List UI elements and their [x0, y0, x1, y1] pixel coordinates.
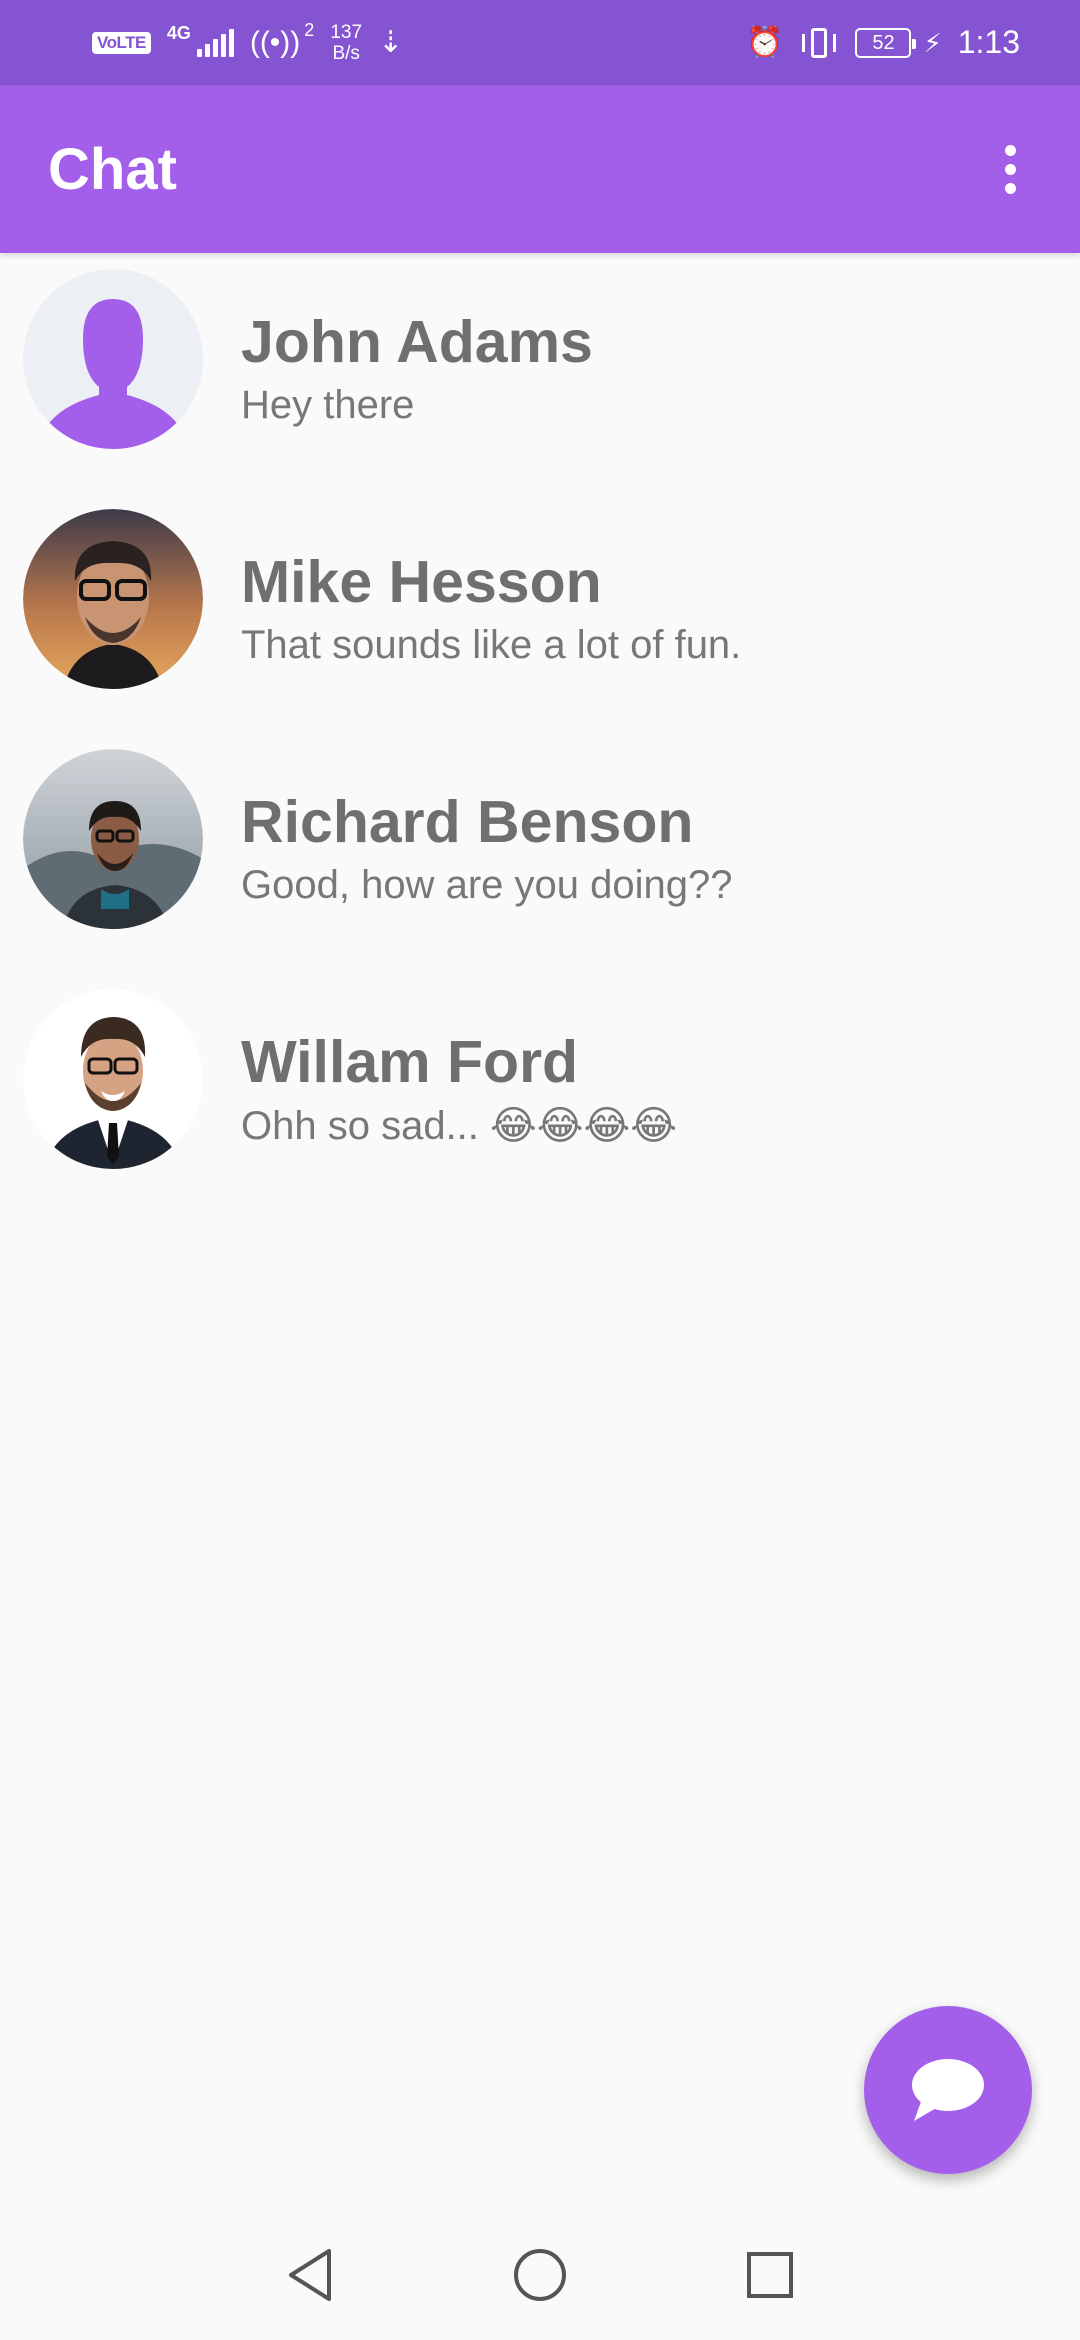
profile-photo	[23, 509, 203, 689]
screen: VoLTE 4G ((•)) 2 137 B/s ⇣ ⏰ 52 ⚡ 1:13 C…	[0, 0, 1080, 2340]
profile-photo	[23, 749, 203, 929]
last-message: Good, how are you doing??	[241, 863, 733, 907]
status-bar: VoLTE 4G ((•)) 2 137 B/s ⇣ ⏰ 52 ⚡ 1:13	[0, 0, 1080, 85]
chat-item-john-adams[interactable]: John Adams Hey there	[0, 253, 1080, 493]
nav-home-button[interactable]	[490, 2225, 590, 2325]
recent-square-icon	[747, 2252, 793, 2298]
network-speed: 137 B/s	[330, 22, 362, 64]
alarm-icon: ⏰	[746, 25, 784, 59]
battery-icon: 52	[855, 27, 917, 58]
last-message: Ohh so sad... 😂😂😂😂	[241, 1104, 677, 1148]
network-speed-value: 137	[330, 21, 363, 43]
back-triangle-icon	[289, 2249, 331, 2301]
page-title: Chat	[48, 136, 177, 202]
navigation-bar	[0, 2210, 1080, 2340]
usb-icon: ⇣	[378, 25, 404, 59]
contact-name: Richard Benson	[241, 789, 694, 855]
network-speed-unit: B/s	[332, 42, 360, 64]
chat-item-mike-hesson[interactable]: Mike Hesson That sounds like a lot of fu…	[0, 493, 1080, 733]
chat-list: John Adams Hey there Mike Hesson That so…	[0, 253, 1080, 1213]
contact-name: Mike Hesson	[241, 549, 602, 615]
charging-icon: ⚡	[923, 27, 942, 58]
profile-photo	[23, 989, 203, 1169]
network-type: 4G	[166, 22, 191, 43]
avatar-photo[interactable]	[23, 989, 203, 1169]
more-vert-icon	[1004, 144, 1016, 156]
volte-badge: VoLTE	[92, 31, 151, 54]
new-chat-button[interactable]	[864, 2006, 1032, 2174]
last-message: Hey there	[241, 383, 415, 427]
chat-item-willam-ford[interactable]: Willam Ford Ohh so sad... 😂😂😂😂	[0, 973, 1080, 1213]
hotspot-icon: ((•))	[249, 25, 301, 59]
hotspot-count: 2	[304, 20, 315, 40]
more-options-button[interactable]	[980, 129, 1040, 209]
status-right: ⏰ 52 ⚡ 1:13	[746, 24, 1020, 61]
nav-recent-button[interactable]	[720, 2225, 820, 2325]
last-message: That sounds like a lot of fun.	[241, 623, 742, 667]
default-user-icon	[23, 269, 203, 449]
chat-bubble-icon	[912, 2059, 984, 2121]
contact-name: John Adams	[241, 309, 593, 375]
app-bar: Chat	[0, 85, 1080, 253]
nav-back-button[interactable]	[260, 2225, 360, 2325]
vibrate-icon	[799, 26, 839, 60]
avatar-default[interactable]	[23, 269, 203, 449]
avatar-photo[interactable]	[23, 749, 203, 929]
signal-icon	[196, 28, 234, 57]
avatar-photo[interactable]	[23, 509, 203, 689]
chat-item-richard-benson[interactable]: Richard Benson Good, how are you doing??	[0, 733, 1080, 973]
status-left: VoLTE 4G ((•)) 2 137 B/s ⇣	[92, 20, 404, 64]
home-circle-icon	[514, 2249, 566, 2301]
contact-name: Willam Ford	[241, 1029, 579, 1095]
clock: 1:13	[957, 24, 1020, 60]
